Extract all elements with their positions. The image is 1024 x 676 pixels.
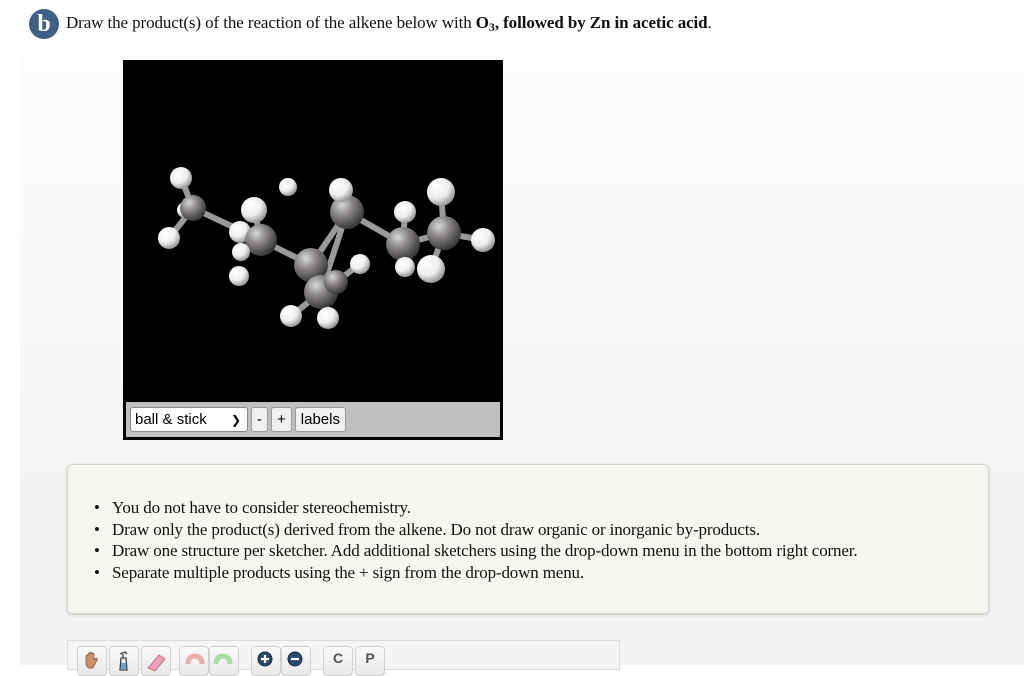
carbon-atom [427, 216, 461, 250]
redo-button[interactable] [209, 646, 239, 676]
prompt-suffix: . [707, 13, 712, 32]
instruction-item: Draw only the product(s) derived from th… [94, 519, 857, 541]
carbon-atom [386, 227, 420, 261]
atom-tool-group: C P [323, 646, 387, 676]
erase-tool-button[interactable] [141, 646, 171, 676]
labels-button[interactable]: labels [294, 407, 346, 432]
zoom-in-button[interactable]: + [271, 407, 292, 432]
chevron-down-icon: ❯ [230, 412, 241, 427]
question-header: b Draw the product(s) of the reaction of… [29, 9, 712, 39]
clean-tool-button[interactable] [109, 646, 139, 676]
sketcher-toolbar: C P [67, 640, 620, 676]
spray-bottle-icon [119, 651, 128, 671]
hydrogen-atom [471, 228, 495, 252]
part-badge: b [29, 9, 59, 39]
hydrogen-atom [329, 178, 353, 202]
reagent-ozone: O3, followed by Zn in acetic acid [475, 13, 708, 34]
zoom-in-tool-button[interactable] [251, 646, 281, 676]
hydrogen-atom [427, 178, 455, 206]
zoom-in-icon [257, 651, 273, 667]
hydrogen-atom [317, 307, 339, 329]
viewer-controls: ball & stick ❯ - + labels [126, 402, 500, 437]
render-style-value: ball & stick [135, 411, 207, 428]
hydrogen-atom [170, 167, 192, 189]
carbon-tool-button[interactable]: C [323, 646, 353, 676]
carbon-atom [324, 270, 348, 294]
eraser-icon [147, 654, 166, 672]
undo-icon [185, 653, 205, 665]
periodic-table-button[interactable]: P [355, 646, 385, 676]
history-tool-group [179, 646, 241, 676]
hydrogen-atom [280, 305, 302, 327]
instruction-item: You do not have to consider stereochemis… [94, 497, 857, 519]
hydrogen-atom [395, 257, 415, 277]
zoom-out-button[interactable]: - [251, 407, 268, 432]
hand-tool-button[interactable] [77, 646, 107, 676]
instruction-item: Draw one structure per sketcher. Add add… [94, 540, 858, 562]
carbon-atom [180, 195, 206, 221]
hydrogen-atom [394, 201, 416, 223]
hydrogen-atom [158, 227, 180, 249]
instructions-list: You do not have to consider stereochemis… [94, 497, 858, 584]
hydrogen-atom [279, 178, 297, 196]
molecule-canvas[interactable] [123, 60, 503, 402]
question-prompt: Draw the product(s) of the reaction of t… [66, 13, 712, 35]
prompt-prefix: Draw the product(s) of the reaction of t… [66, 13, 476, 32]
hydrogen-atom [232, 243, 250, 261]
undo-button[interactable] [179, 646, 209, 676]
hand-icon [85, 651, 98, 669]
zoom-out-icon [287, 651, 303, 667]
redo-icon [213, 653, 233, 665]
hydrogen-atom [241, 197, 267, 223]
zoom-out-tool-button[interactable] [281, 646, 311, 676]
render-style-select[interactable]: ball & stick ❯ [130, 407, 248, 432]
edit-tool-group [77, 646, 173, 676]
instruction-item: Separate multiple products using the + s… [94, 562, 857, 584]
hydrogen-atom [417, 255, 445, 283]
hydrogen-atom [229, 266, 249, 286]
hydrogen-atom [350, 254, 370, 274]
zoom-tool-group [251, 646, 313, 676]
instructions-box: You do not have to consider stereochemis… [67, 464, 989, 614]
molecule-viewer[interactable]: ball & stick ❯ - + labels [123, 60, 503, 440]
atoms [158, 167, 495, 329]
